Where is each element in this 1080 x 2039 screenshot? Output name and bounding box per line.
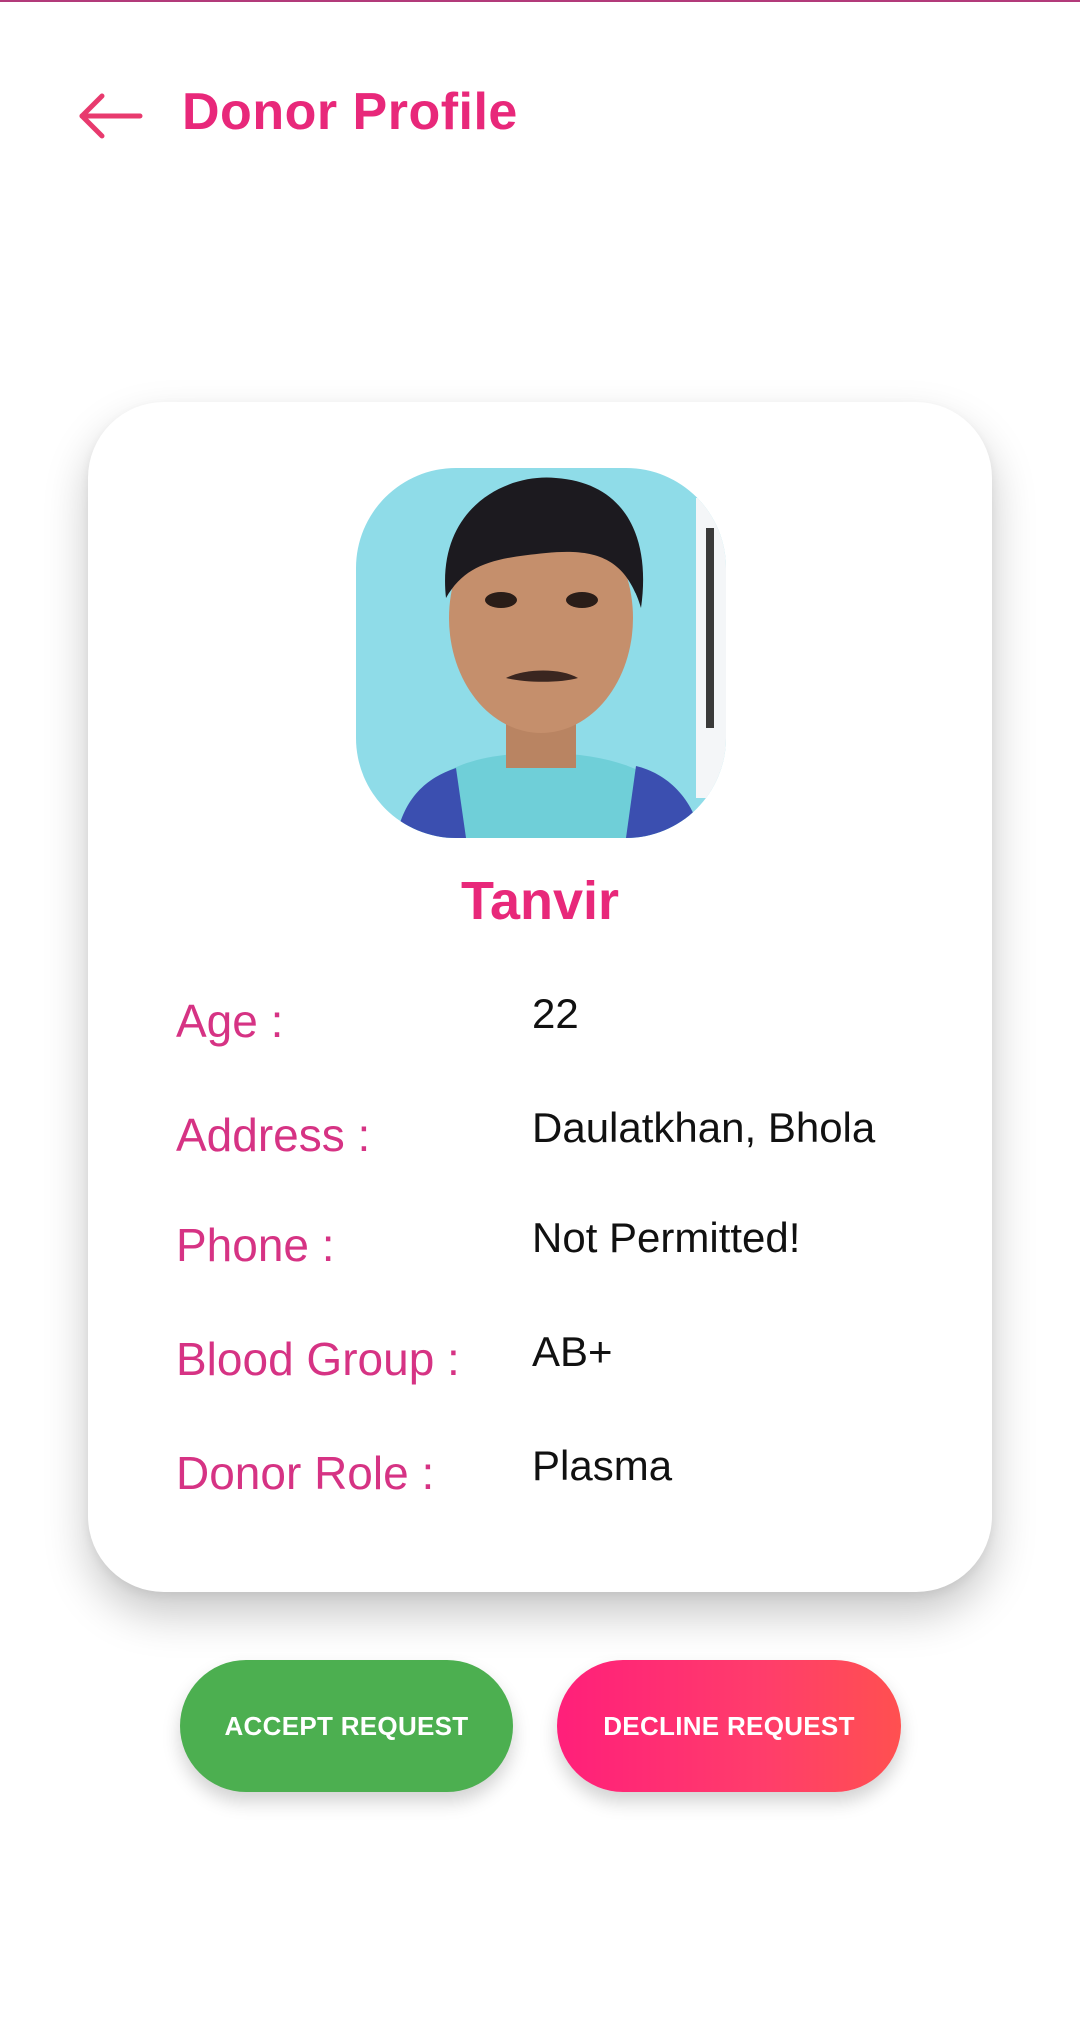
field-value: Not Permitted! bbox=[532, 1214, 801, 1261]
top-divider bbox=[0, 0, 1080, 2]
field-donor-role: Donor Role : Plasma bbox=[176, 1442, 936, 1506]
field-label: Phone : bbox=[176, 1219, 335, 1271]
avatar bbox=[356, 468, 726, 838]
field-label: Age : bbox=[176, 995, 284, 1047]
field-address: Address : Daulatkhan, Bhola bbox=[176, 1104, 936, 1168]
app-header: Donor Profile bbox=[0, 60, 1080, 170]
field-label: Donor Role : bbox=[176, 1447, 435, 1499]
field-blood-group: Blood Group : AB+ bbox=[176, 1328, 936, 1392]
decline-request-button[interactable]: DECLINE REQUEST bbox=[557, 1660, 901, 1792]
field-age: Age : 22 bbox=[176, 990, 936, 1054]
arrow-left-icon bbox=[76, 88, 148, 144]
action-buttons: ACCEPT REQUEST DECLINE REQUEST bbox=[0, 1660, 1080, 1792]
field-value: 22 bbox=[532, 990, 579, 1037]
field-phone: Phone : Not Permitted! bbox=[176, 1214, 936, 1278]
accept-request-button[interactable]: ACCEPT REQUEST bbox=[180, 1660, 513, 1792]
field-label: Address : bbox=[176, 1109, 371, 1161]
back-button[interactable] bbox=[76, 88, 148, 144]
field-value: Daulatkhan, Bhola bbox=[532, 1104, 876, 1151]
field-label: Blood Group : bbox=[176, 1333, 460, 1385]
donor-profile-card: Tanvir Age : 22 Address : Daulatkhan, Bh… bbox=[88, 402, 992, 1592]
page-title: Donor Profile bbox=[182, 83, 518, 141]
donor-name: Tanvir bbox=[460, 871, 620, 931]
field-value: AB+ bbox=[532, 1328, 613, 1375]
field-value: Plasma bbox=[532, 1442, 673, 1489]
